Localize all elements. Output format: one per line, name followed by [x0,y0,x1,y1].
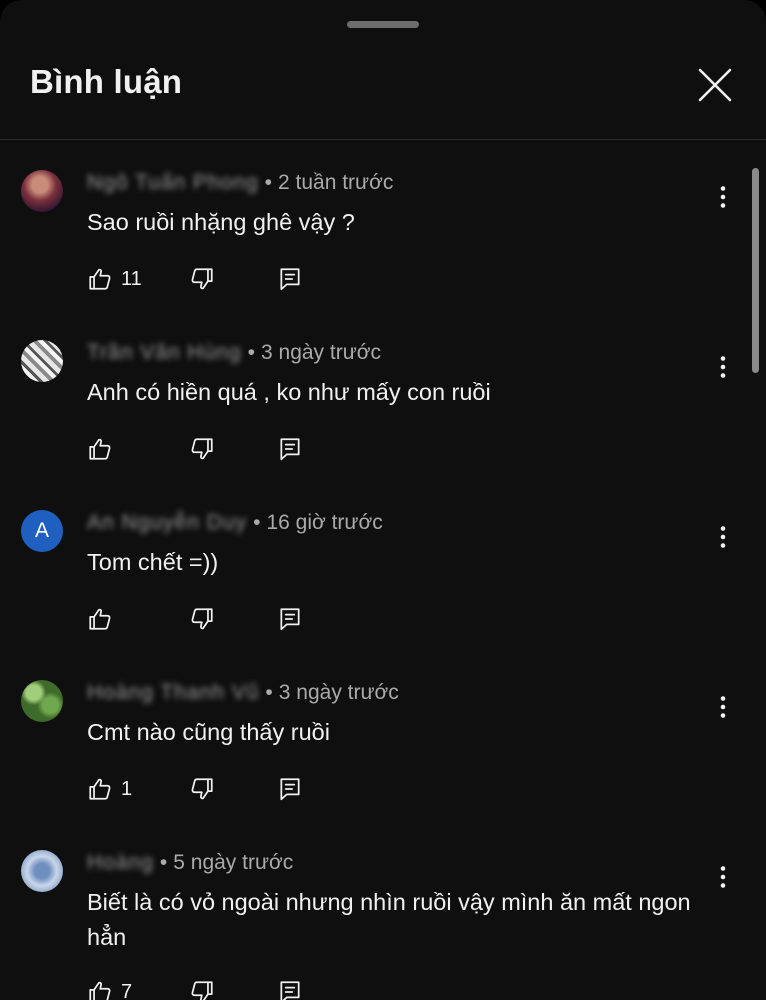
avatar[interactable]: A [21,510,63,552]
sheet-title: Bình luận [30,63,183,100]
comment-item: A An Nguyễn Duy • 16 giờ trước Tom chết … [0,510,766,680]
thumbs-up-icon [89,268,111,290]
comment-text: Tom chết =)) [87,549,219,575]
like-button[interactable]: 1 [87,774,132,804]
dislike-button[interactable] [189,604,215,634]
thumbs-down-icon [191,268,213,290]
thumbs-down-icon [191,608,213,630]
comment-meta: Hoàng Thanh Vũ • 3 ngày trước [87,681,399,705]
avatar[interactable] [21,680,63,722]
reply-icon [280,268,300,291]
more-vertical-icon [720,526,726,548]
comment-item: Hoàng • 5 ngày trước Biết là có vỏ ngoài… [0,850,766,1000]
more-vertical-icon [720,356,726,378]
comment-text: Sao ruồi nhặng ghê vậy ? [87,209,355,235]
thumbs-up-icon [89,608,111,630]
reply-button[interactable] [277,434,303,464]
more-options-button[interactable] [708,522,738,552]
comment-author[interactable]: Hoàng [87,851,154,875]
comment-text: Anh có hiền quá , ko như mấy con ruồi [87,379,491,405]
like-button[interactable] [87,434,121,464]
more-options-button[interactable] [708,692,738,722]
like-count: 11 [121,267,142,290]
dislike-button[interactable] [189,434,215,464]
comment-meta: Trần Văn Hùng • 3 ngày trước [87,341,382,365]
more-vertical-icon [720,186,726,208]
comment-time: 3 ngày trước [278,681,399,704]
more-vertical-icon [720,696,726,718]
thumbs-down-icon [191,981,213,1000]
comment-time: 16 giờ trước [266,511,383,534]
comment-meta: Hoàng • 5 ngày trước [87,851,294,875]
comment-author[interactable]: Trần Văn Hùng [87,341,242,365]
reply-button[interactable] [277,977,303,1000]
avatar[interactable] [21,340,63,382]
more-options-button[interactable] [708,352,738,382]
dislike-button[interactable] [189,774,215,804]
reply-icon [280,438,300,461]
comment-text: Cmt nào cũng thấy ruồi [87,719,330,745]
more-options-button[interactable] [708,182,738,212]
like-count: 7 [121,980,133,1000]
comment-time: 5 ngày trước [173,851,294,874]
reply-icon [280,778,300,801]
reply-button[interactable] [277,264,303,294]
dislike-button[interactable] [189,977,215,1000]
comment-author[interactable]: An Nguyễn Duy [87,511,247,535]
dislike-button[interactable] [189,264,215,294]
like-button[interactable]: 7 [87,977,132,1000]
comment-author[interactable]: Hoàng Thanh Vũ [87,681,259,705]
close-button[interactable] [694,64,736,106]
comment-item: Hoàng Thanh Vũ • 3 ngày trước Cmt nào cũ… [0,680,766,850]
comment-item: Trần Văn Hùng • 3 ngày trước Anh có hiền… [0,340,766,510]
comment-time: 3 ngày trước [261,341,382,364]
avatar[interactable] [21,850,63,892]
comment-text: Biết là có vỏ ngoài nhưng nhìn ruồi vậy … [87,889,691,950]
comment-meta: An Nguyễn Duy • 16 giờ trước [87,511,383,535]
comment-author[interactable]: Ngô Tuấn Phong [87,171,259,195]
close-icon [698,68,732,102]
thumbs-up-icon [89,438,111,460]
thumbs-down-icon [191,778,213,800]
reply-icon [280,608,300,631]
comment-meta: Ngô Tuấn Phong • 2 tuần trước [87,171,394,195]
reply-button[interactable] [277,774,303,804]
like-button[interactable]: 11 [87,264,142,294]
drag-handle[interactable] [347,21,419,28]
comment-item: Ngô Tuấn Phong • 2 tuần trước Sao ruồi n… [0,170,766,340]
reply-button[interactable] [277,604,303,634]
more-vertical-icon [720,866,726,888]
comment-time: 2 tuần trước [277,171,394,194]
avatar[interactable] [21,170,63,212]
reply-icon [280,981,300,1000]
more-options-button[interactable] [708,862,738,892]
thumbs-up-icon [89,981,111,1000]
thumbs-down-icon [191,438,213,460]
header-divider [0,139,766,140]
thumbs-up-icon [89,778,111,800]
comments-sheet: Bình luận Ngô Tuấn Phong • 2 tuần trước … [0,0,766,1000]
like-button[interactable] [87,604,121,634]
like-count: 1 [121,777,133,800]
